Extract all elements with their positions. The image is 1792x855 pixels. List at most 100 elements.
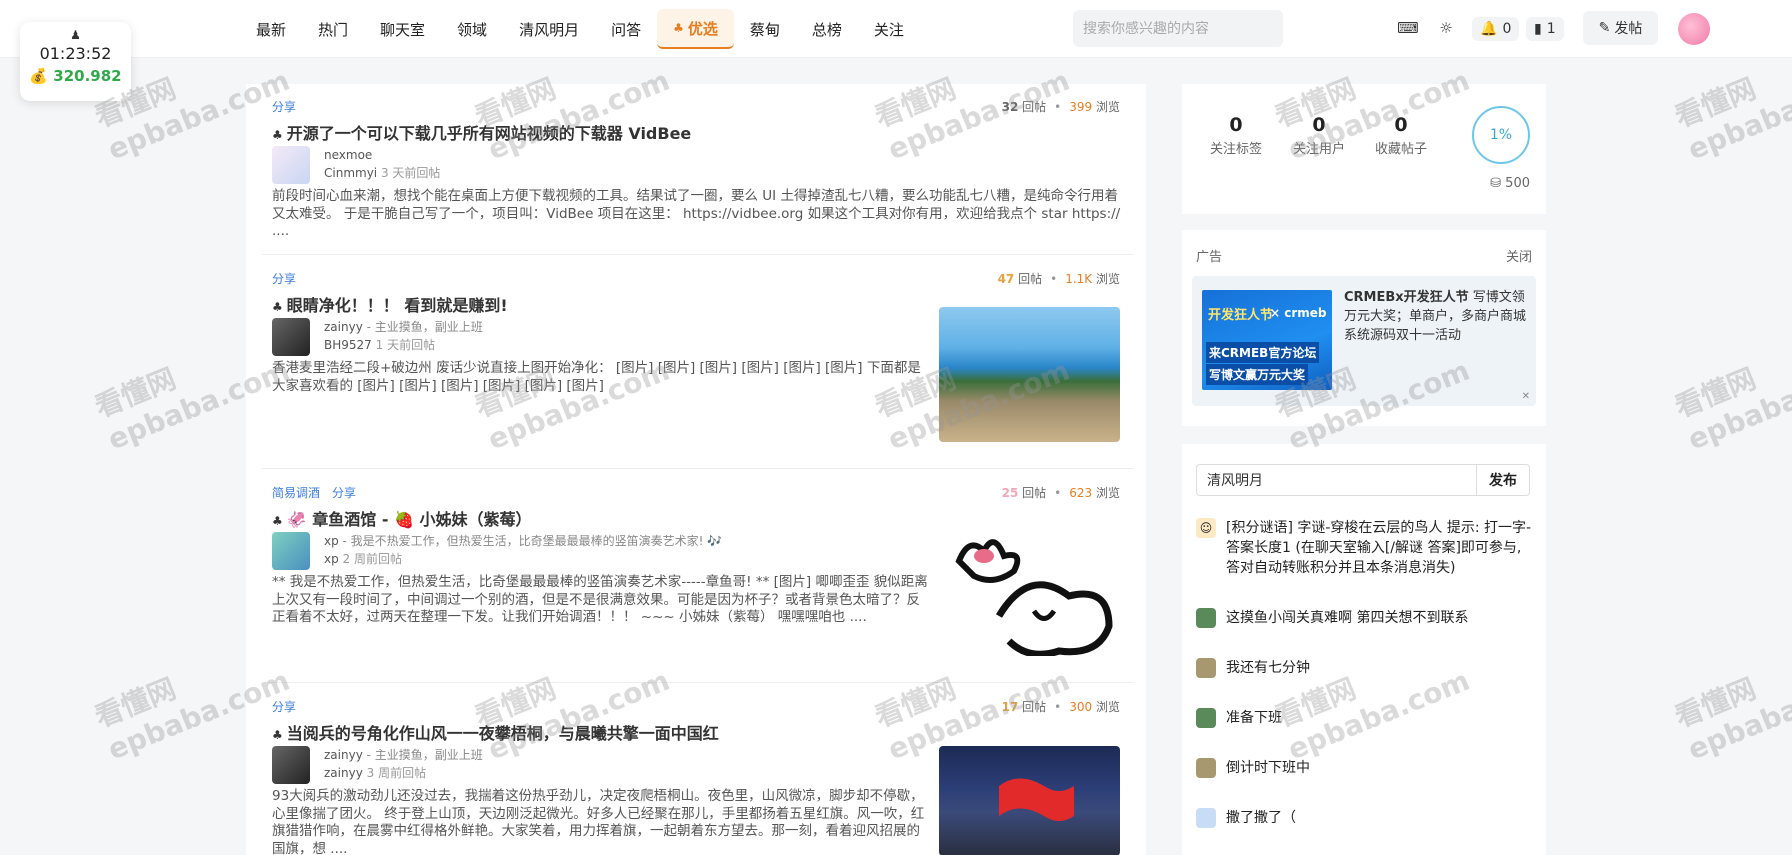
stat-followed-users[interactable]: 0 关注用户 bbox=[1293, 114, 1345, 157]
post-excerpt[interactable]: ** 我是不热爱工作，但热爱生活，比奇堡最最最棒的竖笛演奏艺术家-----章鱼哥… bbox=[272, 574, 928, 627]
author-avatar[interactable] bbox=[272, 532, 310, 570]
post-excerpt[interactable]: 前段时间心血来潮，想找个能在桌面上方便下载视频的工具。结果试了一圈，要么 UI … bbox=[272, 188, 1122, 241]
post-stats: 25 回帖 • 623 浏览 bbox=[1001, 486, 1120, 500]
post-item[interactable]: 分享 17 回帖 • 300 浏览 ♣ 当阅兵的号角化作山风一一夜攀梧桐，与晨曦共擎一… bbox=[262, 684, 1134, 855]
author-name[interactable]: zainyy bbox=[324, 748, 363, 762]
notification-button[interactable]: 🔔 0 bbox=[1472, 17, 1520, 41]
work-timer-widget[interactable]: ♟ 01:23:52 💰 320.982 bbox=[20, 22, 131, 101]
last-reply-user[interactable]: xp bbox=[324, 552, 339, 566]
stat-saved-posts[interactable]: 0 收藏帖子 bbox=[1375, 114, 1427, 157]
ad-dismiss-icon[interactable]: ✕ bbox=[1522, 391, 1530, 402]
author-avatar[interactable] bbox=[272, 318, 310, 356]
post-bullet-icon: ♣ bbox=[272, 300, 283, 314]
bot-avatar[interactable]: ☺ bbox=[1196, 518, 1216, 538]
post-item[interactable]: 简易调酒 分享 25 回帖 • 623 浏览 ♣ 🦑 章鱼酒馆 - 🍓 小姊妹（紫莓）… bbox=[262, 470, 1134, 683]
chat-bubble-icon: ▮ bbox=[1534, 21, 1542, 37]
view-label: 浏览 bbox=[1095, 100, 1120, 114]
last-reply-user[interactable]: Cinmmyi bbox=[324, 166, 377, 180]
nav-chatroom[interactable]: 聊天室 bbox=[364, 9, 441, 49]
chat-message[interactable]: 我还有七分钟 bbox=[1196, 658, 1536, 678]
ad-banner[interactable]: 开发狂人节 × crmeb 来CRMEB官方论坛 写博文赢万元大奖 CRMEBx… bbox=[1192, 276, 1536, 406]
nav-latest[interactable]: 最新 bbox=[240, 9, 302, 49]
nav-qa[interactable]: 问答 bbox=[595, 9, 657, 49]
view-label: 浏览 bbox=[1095, 486, 1120, 500]
post-user-meta: nexmoe Cinmmyi 3 天前回帖 bbox=[324, 146, 440, 182]
nav-following[interactable]: 关注 bbox=[858, 9, 920, 49]
post-stats: 47 回帖 • 1.1K 浏览 bbox=[997, 272, 1120, 286]
post-item[interactable]: 分享 47 回帖 • 1.1K 浏览 ♣ 眼睛净化！！！ 看到就是赚到! zainyy… bbox=[262, 256, 1134, 469]
chat-input[interactable] bbox=[1196, 464, 1476, 496]
post-excerpt[interactable]: 香港麦里浩经二段+破边州 废话少说直接上图开始净化： [图片] [图片] [图片… bbox=[272, 360, 928, 395]
stat-followed-tags[interactable]: 0 关注标签 bbox=[1210, 114, 1262, 157]
user-avatar-small[interactable] bbox=[1196, 608, 1216, 628]
post-item[interactable]: 分享 32 回帖 • 399 浏览 ♣ 开源了一个可以下载几乎所有网站视频的下载器 V… bbox=[262, 84, 1134, 255]
chat-message[interactable]: ☺ [积分谜语] 字谜-穿梭在云层的鸟人 提示: 打一字-答案长度1 (在聊天室… bbox=[1196, 518, 1536, 578]
chat-message[interactable]: 撒了撒了（ bbox=[1196, 808, 1536, 828]
nav-leaderboard[interactable]: 总榜 bbox=[796, 9, 858, 49]
author-avatar[interactable] bbox=[272, 146, 310, 184]
ad-image[interactable]: 开发狂人节 × crmeb 来CRMEB官方论坛 写博文赢万元大奖 bbox=[1202, 290, 1332, 390]
new-post-button[interactable]: ✎ 发帖 bbox=[1583, 11, 1658, 45]
user-avatar-small[interactable] bbox=[1196, 708, 1216, 728]
nav-featured[interactable]: ♣ 优选 bbox=[657, 9, 734, 49]
post-feed: 分享 32 回帖 • 399 浏览 ♣ 开源了一个可以下载几乎所有网站视频的下载器 V… bbox=[246, 84, 1146, 855]
author-signature: - 我是不热爱工作，但热爱生活，比奇堡最最最棒的竖笛演奏艺术家! 🎶 bbox=[338, 534, 723, 548]
post-title[interactable]: ♣ 🦑 章鱼酒馆 - 🍓 小姊妹（紫莓） bbox=[272, 506, 532, 530]
theme-sun-icon[interactable]: ☼ bbox=[1436, 18, 1456, 38]
post-tags: 分享 bbox=[272, 698, 296, 715]
author-name[interactable]: nexmoe bbox=[324, 148, 372, 162]
post-tag[interactable]: 简易调酒 bbox=[272, 484, 320, 501]
search-input[interactable] bbox=[1073, 10, 1283, 47]
chat-message[interactable]: 准备下班 bbox=[1196, 708, 1536, 728]
post-excerpt[interactable]: 93大阅兵的激动劲儿还没过去，我揣着这份热乎劲儿，决定夜爬梧桐山。夜色里，山风微… bbox=[272, 788, 928, 855]
chat-message[interactable]: 这摸鱼小闯关真难啊 第四关想不到联系 bbox=[1196, 608, 1536, 628]
post-tag[interactable]: 分享 bbox=[272, 698, 296, 715]
nav-hot[interactable]: 热门 bbox=[302, 9, 364, 49]
chat-message[interactable]: 倒计时下班中 bbox=[1196, 758, 1536, 778]
author-name[interactable]: zainyy bbox=[324, 320, 363, 334]
nav-domains[interactable]: 领域 bbox=[441, 9, 503, 49]
author-avatar[interactable] bbox=[272, 746, 310, 784]
post-bullet-icon: ♣ bbox=[272, 728, 283, 742]
post-tag[interactable]: 分享 bbox=[272, 98, 296, 115]
nav-qingfeng[interactable]: 清风明月 bbox=[503, 9, 595, 49]
user-avatar[interactable] bbox=[1678, 13, 1710, 45]
message-button[interactable]: ▮ 1 bbox=[1526, 17, 1564, 41]
author-signature: - 主业摸鱼，副业上班 bbox=[362, 320, 483, 334]
post-title[interactable]: ♣ 开源了一个可以下载几乎所有网站视频的下载器 VidBee bbox=[272, 120, 691, 144]
chat-send-button[interactable]: 发布 bbox=[1476, 464, 1530, 496]
post-tag[interactable]: 分享 bbox=[272, 270, 296, 287]
post-thumbnail[interactable] bbox=[939, 746, 1120, 855]
user-avatar-small[interactable] bbox=[1196, 658, 1216, 678]
post-tags: 分享 bbox=[272, 98, 296, 115]
post-thumbnail[interactable] bbox=[939, 521, 1120, 656]
post-title[interactable]: ♣ 眼睛净化！！！ 看到就是赚到! bbox=[272, 292, 508, 316]
post-stats: 32 回帖 • 399 浏览 bbox=[1001, 100, 1120, 114]
watermark-line: epbaba.com bbox=[1683, 63, 1792, 167]
stat-label: 关注标签 bbox=[1210, 142, 1263, 157]
last-reply-time: 3 天前回帖 bbox=[380, 166, 441, 180]
watermark: 看懂网 epbaba.com bbox=[1668, 317, 1792, 457]
watermark-line: epbaba.com bbox=[1683, 663, 1792, 767]
reply-label: 回帖 bbox=[1022, 100, 1047, 114]
post-tag[interactable]: 分享 bbox=[332, 484, 356, 501]
post-title-text: 眼睛净化！！！ 看到就是赚到! bbox=[286, 296, 508, 315]
last-reply-user[interactable]: zainyy bbox=[324, 766, 363, 780]
ad-close-button[interactable]: 关闭 bbox=[1506, 246, 1532, 265]
reply-label: 回帖 bbox=[1022, 700, 1047, 714]
ad-text[interactable]: CRMEBx开发狂人节 写博文领万元大奖；单商户，多商户商城系统源码双十一活动 bbox=[1344, 288, 1526, 345]
gamepad-icon[interactable]: ⌨ bbox=[1397, 18, 1419, 38]
ad-image-line: 来CRMEB官方论坛 bbox=[1206, 342, 1320, 363]
nav-caidian[interactable]: 蔡甸 bbox=[734, 9, 796, 49]
user-avatar-small[interactable] bbox=[1196, 758, 1216, 778]
pencil-icon: ✎ bbox=[1598, 20, 1611, 36]
post-user-meta: xp - 我是不热爱工作，但热爱生活，比奇堡最最最棒的竖笛演奏艺术家! 🎶 xp… bbox=[324, 532, 722, 568]
post-title[interactable]: ♣ 当阅兵的号角化作山风一一夜攀梧桐，与晨曦共擎一面中国红 bbox=[272, 720, 719, 744]
user-avatar-small[interactable] bbox=[1196, 808, 1216, 828]
watermark: 看懂网 epbaba.com bbox=[1668, 627, 1792, 767]
post-thumbnail[interactable] bbox=[939, 307, 1120, 442]
last-reply-user[interactable]: BH9527 bbox=[324, 338, 372, 352]
post-title-text: 当阅兵的号角化作山风一一夜攀梧桐，与晨曦共擎一面中国红 bbox=[286, 724, 719, 743]
chat-message-text: 我还有七分钟 bbox=[1226, 660, 1310, 676]
author-name[interactable]: xp bbox=[324, 534, 339, 548]
